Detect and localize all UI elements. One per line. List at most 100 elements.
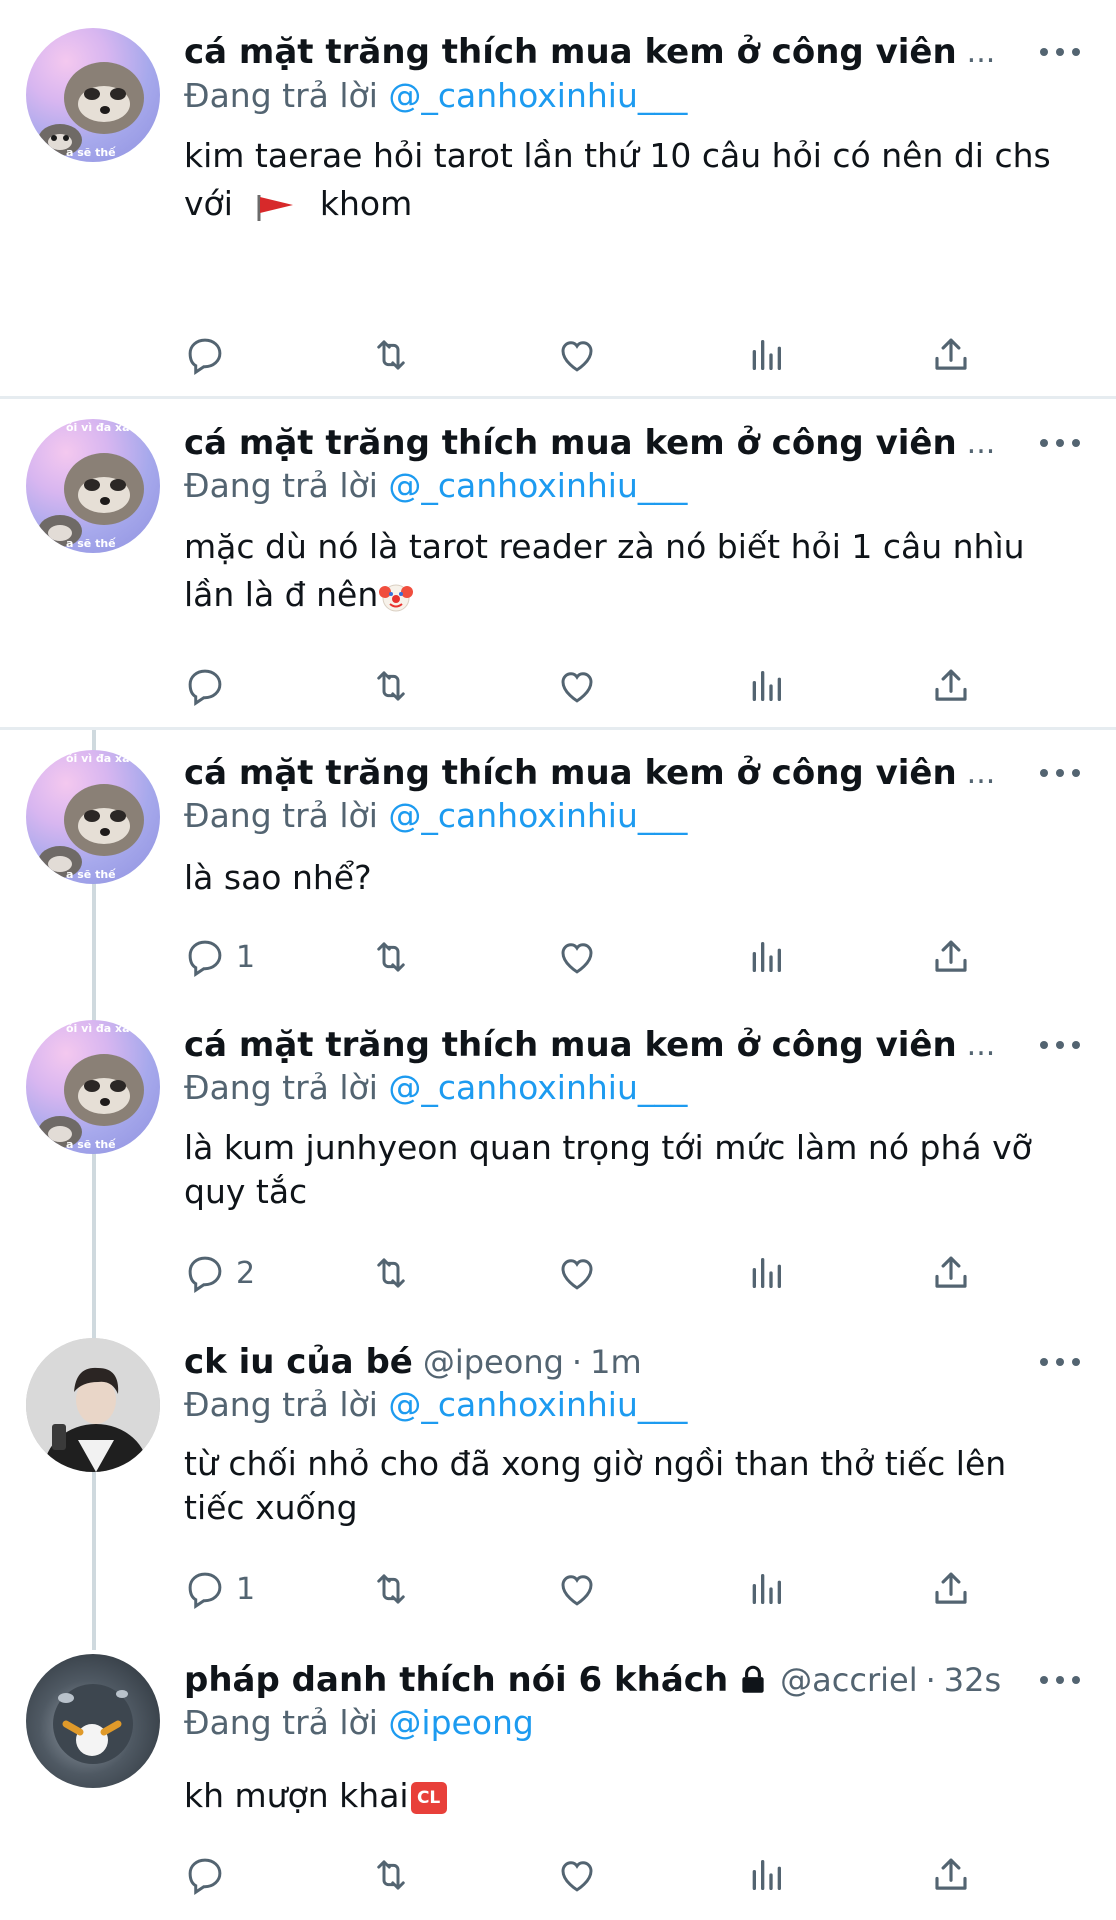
more-icon[interactable] [1040, 763, 1080, 783]
avatar[interactable]: a sẽ thế [26, 28, 160, 162]
share-button[interactable] [930, 932, 972, 982]
avatar-caption: a sẽ thế [66, 146, 116, 159]
views-button[interactable] [746, 932, 786, 982]
display-name[interactable]: pháp danh thích nói 6 khách [184, 1660, 728, 1700]
mention-link[interactable]: @_canhoxinhiu___ [388, 76, 687, 115]
tweet-actions [0, 661, 1116, 711]
name-ellipsis: ... [966, 1027, 996, 1063]
avatar-caption: ói vì đa xau [66, 1022, 138, 1035]
raccoon-avatar-image [38, 1054, 144, 1148]
user-handle[interactable]: @ipeong [423, 1343, 564, 1381]
replying-to-label: Đang trả lời [184, 76, 378, 115]
name-ellipsis: ... [966, 755, 996, 791]
avatar[interactable]: ói vì đa xau a sẽ thế [26, 750, 160, 884]
like-button[interactable] [556, 1850, 598, 1900]
like-icon [561, 341, 593, 372]
retweet-button[interactable] [368, 1850, 414, 1900]
mention-link[interactable]: @_canhoxinhiu___ [388, 1068, 687, 1107]
mention-link[interactable]: @_canhoxinhiu___ [388, 1385, 687, 1424]
reply-button[interactable]: 1 [184, 932, 255, 982]
retweet-button[interactable] [368, 1248, 414, 1298]
views-button[interactable] [746, 330, 786, 380]
views-button[interactable] [746, 1248, 786, 1298]
avatar[interactable]: ói vì đa xau a sẽ thế [26, 1020, 160, 1154]
share-button[interactable] [930, 661, 972, 711]
like-icon [561, 1861, 593, 1892]
views-button[interactable] [746, 1564, 786, 1614]
more-icon[interactable] [1040, 1670, 1080, 1690]
tweet-header: ck iu của bé @ipeong · 1m [184, 1340, 1076, 1384]
like-button[interactable] [556, 1564, 598, 1614]
tweet-text: kh mượn khai CL [184, 1772, 1076, 1820]
display-name[interactable]: cá mặt trăng thích mua kem ở công viên [184, 753, 957, 793]
reply-button[interactable] [184, 330, 236, 380]
tweet-text-line: kim taerae hỏi tarot lần thứ 10 câu hỏi … [184, 136, 1051, 175]
tweet-text-word: khom [319, 184, 413, 223]
display-name[interactable]: cá mặt trăng thích mua kem ở công viên [184, 423, 957, 463]
like-button[interactable] [556, 661, 598, 711]
tweet-header: cá mặt trăng thích mua kem ở công viên .… [184, 751, 1076, 795]
reply-button[interactable] [184, 661, 236, 711]
views-icon [752, 1860, 781, 1890]
tweet-actions [0, 1850, 1116, 1900]
timestamp[interactable]: 1m [590, 1343, 642, 1381]
retweet-button[interactable] [368, 661, 414, 711]
mention-link[interactable]: @ipeong [388, 1703, 533, 1742]
display-name[interactable]: ck iu của bé [184, 1342, 413, 1382]
retweet-button[interactable] [368, 1564, 414, 1614]
raccoon-avatar-image [38, 784, 144, 878]
person-avatar-image [26, 1338, 160, 1472]
meta-separator: · [571, 1343, 583, 1381]
name-ellipsis: ... [966, 425, 996, 461]
display-name[interactable]: cá mặt trăng thích mua kem ở công viên [184, 32, 957, 72]
cl-icon: CL [410, 1781, 447, 1814]
tweet[interactable]: ói vì đa xau a sẽ thế cá mặt trăng thích… [0, 399, 1116, 727]
share-button[interactable] [930, 1248, 972, 1298]
mention-link[interactable]: @_canhoxinhiu___ [388, 466, 687, 505]
reply-button[interactable]: 2 [184, 1248, 255, 1298]
tweet[interactable]: ck iu của bé @ipeong · 1m Đang trả lời @… [0, 1318, 1116, 1636]
avatar-caption: ói vì đa xau [66, 421, 138, 434]
like-button[interactable] [556, 932, 598, 982]
like-button[interactable] [556, 330, 598, 380]
tweet-text: là kum junhyeon quan trọng tới mức làm n… [184, 1126, 1076, 1214]
reply-button[interactable]: 1 [184, 1564, 255, 1614]
replying-to: Đang trả lời @_canhoxinhiu___ [184, 1068, 687, 1107]
like-icon [561, 943, 593, 974]
more-icon[interactable] [1040, 1035, 1080, 1055]
share-button[interactable] [930, 330, 972, 380]
more-icon[interactable] [1040, 1352, 1080, 1372]
reply-count: 1 [236, 939, 256, 975]
display-name[interactable]: cá mặt trăng thích mua kem ở công viên [184, 1025, 957, 1065]
tweet[interactable]: ói vì đa xau a sẽ thế cá mặt trăng thích… [0, 730, 1116, 1000]
tweet-actions: 1 [0, 932, 1116, 982]
tweet-text-line: mặc dù nó là tarot reader zà nó biết hỏi… [184, 527, 1025, 566]
retweet-button[interactable] [368, 932, 414, 982]
reply-icon [188, 1572, 222, 1609]
retweet-button[interactable] [368, 330, 414, 380]
user-handle[interactable]: @accriel [780, 1661, 917, 1699]
views-button[interactable] [746, 1850, 786, 1900]
tweet[interactable]: ói vì đa xau a sẽ thế cá mặt trăng thích… [0, 1000, 1116, 1318]
tweet[interactable]: pháp danh thích nói 6 khách @accriel · 3… [0, 1636, 1116, 1916]
reply-button[interactable] [184, 1850, 236, 1900]
avatar[interactable]: ói vì đa xau a sẽ thế [26, 419, 160, 553]
like-button[interactable] [556, 1248, 598, 1298]
more-icon[interactable] [1040, 42, 1080, 62]
clown-icon [379, 584, 414, 611]
tweet-header: cá mặt trăng thích mua kem ở công viên .… [184, 1023, 1076, 1067]
views-button[interactable] [746, 661, 786, 711]
mention-link[interactable]: @_canhoxinhiu___ [388, 796, 687, 835]
more-icon[interactable] [1040, 433, 1080, 453]
views-icon [752, 942, 781, 972]
avatar[interactable] [26, 1654, 160, 1788]
replying-to: Đang trả lời @_canhoxinhiu___ [184, 1385, 687, 1424]
replying-to: Đang trả lời @ipeong [184, 1703, 534, 1742]
share-button[interactable] [930, 1850, 972, 1900]
reply-count: 1 [236, 1571, 256, 1607]
avatar[interactable] [26, 1338, 160, 1472]
share-button[interactable] [930, 1564, 972, 1614]
tweet-text: là sao nhể? [184, 854, 1076, 902]
timestamp[interactable]: 32s [944, 1661, 1001, 1699]
tweet[interactable]: a sẽ thế cá mặt trăng thích mua kem ở cô… [0, 0, 1116, 396]
